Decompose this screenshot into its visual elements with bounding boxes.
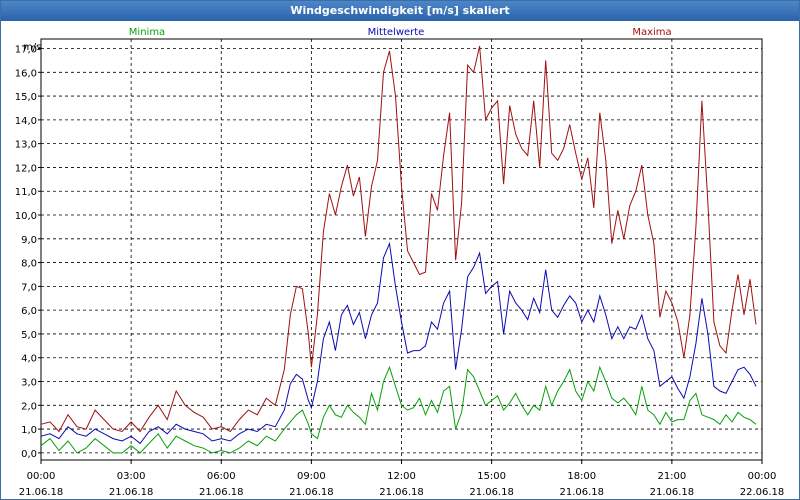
x-tick-time-label: 00:00 [27, 471, 56, 482]
y-tick-label: 7,0 [21, 282, 37, 293]
x-tick-time-label: 09:00 [297, 471, 326, 482]
legend-mittelwerte: Mittelwerte [368, 27, 425, 38]
y-tick-label: 8,0 [21, 259, 37, 270]
x-tick-time-label: 21:00 [657, 471, 686, 482]
x-tick-time-label: 18:00 [567, 471, 596, 482]
x-tick-time-label: 12:00 [387, 471, 416, 482]
series-line-minima [40, 365, 757, 454]
y-tick-label: 9,0 [21, 235, 37, 246]
x-tick-date-label: 21.06.18 [289, 487, 334, 498]
x-tick-time-label: 06:00 [207, 471, 236, 482]
window-title: Windgeschwindigkeit [m/s] skaliert [1, 1, 799, 21]
y-tick-label: 0,0 [21, 449, 37, 460]
x-tick-date-label: 21.06.18 [199, 487, 244, 498]
y-tick-label: 14,0 [15, 116, 37, 127]
y-tick-label: 1,0 [21, 425, 37, 436]
x-tick-time-label: 03:00 [117, 471, 146, 482]
series-line-mittelwerte [40, 241, 757, 445]
wind-speed-chart: 0,0 1,0 2,0 3,0 4,0 5,0 6,0 7,0 8,0 9,0 10,0 11,0 12… [15, 27, 785, 498]
x-tick-time-label: 15:00 [477, 471, 506, 482]
y-tick-label: 4,0 [21, 354, 37, 365]
legend-minima: Minima [129, 27, 165, 38]
y-tick-label: 5,0 [21, 330, 37, 341]
legend-maxima: Maxima [632, 27, 671, 38]
y-tick-label: 11,0 [15, 187, 37, 198]
chart-window: Windgeschwindigkeit [m/s] skaliert 0,0 1,… [0, 0, 800, 500]
y-tick-label: 10,0 [15, 211, 37, 222]
x-tick-date-label: 21.06.18 [469, 487, 514, 498]
x-tick-date-label: 21.06.18 [559, 487, 604, 498]
x-tick-date-label: 21.06.18 [19, 487, 64, 498]
y-tick-label: 15,0 [15, 92, 37, 103]
x-tick-date-label: 21.06.18 [650, 487, 695, 498]
y-axis-unit-label: m/s [23, 42, 41, 53]
y-tick-label: 3,0 [21, 378, 37, 389]
y-tick-label: 16,0 [15, 68, 37, 79]
x-tick-date-label: 21.06.18 [379, 487, 424, 498]
x-tick-time-label: 00:00 [748, 471, 777, 482]
y-tick-label: 2,0 [21, 401, 37, 412]
x-tick-date-label: 22.06.18 [740, 487, 785, 498]
y-tick-label: 12,0 [15, 163, 37, 174]
x-tick-date-label: 21.06.18 [109, 487, 154, 498]
y-tick-label: 6,0 [21, 306, 37, 317]
y-tick-label: 13,0 [15, 140, 37, 151]
